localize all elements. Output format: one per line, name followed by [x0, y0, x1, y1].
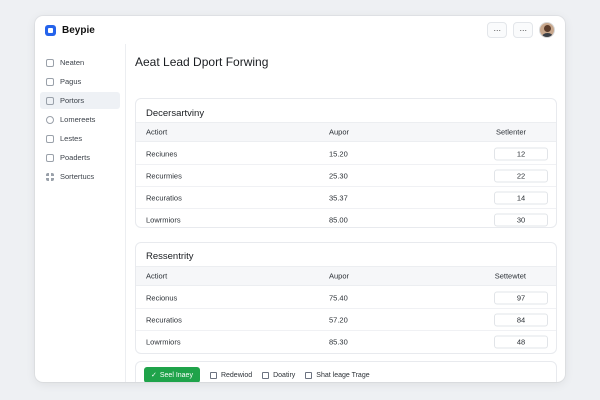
more-options-button[interactable]: ···	[487, 22, 507, 38]
sidebar-item-portors[interactable]: Portors	[40, 92, 120, 109]
quantity-input[interactable]	[494, 291, 548, 304]
column-header[interactable]: Setlenter	[496, 128, 526, 137]
row-name: Recionus	[146, 293, 178, 302]
sidebar-item-neaten[interactable]: Neaten	[40, 54, 120, 71]
document-search-icon	[262, 371, 270, 379]
card-title: Decersartviny	[146, 108, 205, 119]
avatar[interactable]	[539, 22, 555, 38]
table-row: Recurmies 25.30	[136, 165, 556, 187]
row-name: Recuratios	[146, 315, 182, 324]
row-value: 15.20	[329, 149, 348, 158]
button-label: Doatiry	[273, 371, 296, 379]
page-icon	[46, 77, 54, 86]
row-name: Reciunes	[146, 149, 178, 158]
sidebar-item-label: Sortertucs	[60, 172, 95, 181]
column-header[interactable]: Aupor	[329, 272, 349, 281]
sidebar-item-label: Portors	[60, 96, 85, 105]
redewiod-button[interactable]: Redewiod	[209, 371, 253, 379]
quantity-input[interactable]	[494, 191, 548, 204]
table-row: Recionus 75.40	[136, 287, 556, 309]
main-content: Aeat Lead Dport Forwing Decersartviny Ac…	[135, 44, 557, 382]
sidebar: Neaten Pagus Portors Lomereets Lestes Po…	[35, 44, 126, 382]
top-bar: Beypie ··· ···	[35, 16, 565, 44]
row-name: Recurmies	[146, 171, 182, 180]
pricing-card: Decersartviny Actiort Aupor Setlenter Re…	[135, 98, 557, 228]
table-header: Actiort Aupor Settewtet	[136, 266, 556, 286]
row-value: 35.37	[329, 193, 348, 202]
quantity-input[interactable]	[494, 147, 548, 160]
brand-name: Beypie	[62, 24, 95, 36]
pricing-card: Ressentrity Actiort Aupor Settewtet Reci…	[135, 242, 557, 354]
row-name: Lowrmiors	[146, 337, 181, 347]
check-icon: ✓	[151, 372, 157, 379]
sidebar-item-label: Neaten	[60, 58, 85, 67]
quantity-input[interactable]	[494, 169, 548, 182]
sidebar-item-label: Lestes	[60, 134, 83, 143]
edit-icon	[209, 371, 217, 379]
column-header[interactable]: Actiort	[146, 128, 167, 137]
top-bar-actions: ··· ···	[487, 22, 555, 38]
button-label: Redewiod	[220, 371, 253, 379]
action-bar: ✓ Seel Inaey Redewiod Doatiry Shat leage…	[135, 361, 557, 382]
sidebar-item-pagus[interactable]: Pagus	[40, 73, 120, 90]
sidebar-item-lomereets[interactable]: Lomereets	[40, 111, 120, 128]
document-icon	[46, 96, 54, 105]
app-window: Beypie ··· ··· Neaten Pagus Portors Lome…	[35, 16, 565, 382]
row-value: 85.00	[329, 215, 348, 225]
document-icon	[46, 153, 54, 162]
share-icon	[305, 371, 313, 379]
circle-icon	[46, 115, 54, 124]
table-row: Recuratios 57.20	[136, 309, 556, 331]
quantity-input[interactable]	[494, 335, 548, 349]
table-header: Actiort Aupor Setlenter	[136, 122, 556, 142]
sidebar-item-sortertucs[interactable]: Sortertucs	[40, 168, 120, 185]
sidebar-item-label: Poaderts	[60, 153, 91, 162]
brand[interactable]: Beypie	[45, 24, 95, 36]
row-value: 85.30	[329, 337, 348, 347]
card-title: Ressentrity	[146, 251, 194, 262]
row-value: 25.30	[329, 171, 348, 180]
button-label: Shat leage Trage	[316, 371, 370, 379]
grid-icon	[46, 172, 54, 181]
quantity-input[interactable]	[494, 213, 548, 227]
home-icon	[46, 58, 54, 67]
page-title: Aeat Lead Dport Forwing	[135, 55, 269, 69]
doatiry-button[interactable]: Doatiry	[262, 371, 296, 379]
column-header[interactable]: Settewtet	[495, 272, 526, 281]
sidebar-item-label: Pagus	[60, 77, 82, 86]
row-value: 75.40	[329, 293, 348, 302]
primary-button-label: Seel Inaey	[159, 371, 193, 379]
column-header[interactable]: Actiort	[146, 272, 167, 281]
primary-button[interactable]: ✓ Seel Inaey	[144, 367, 200, 382]
table-row: Reciunes 15.20	[136, 143, 556, 165]
row-value: 57.20	[329, 315, 348, 324]
table-row: Recuratios 35.37	[136, 187, 556, 209]
row-name: Recuratios	[146, 193, 182, 202]
sidebar-item-lestes[interactable]: Lestes	[40, 130, 120, 147]
quantity-input[interactable]	[494, 313, 548, 326]
sidebar-item-poaderts[interactable]: Poaderts	[40, 149, 120, 166]
table-row: Lowrmiors 85.30	[136, 331, 556, 353]
row-name: Lowrmiors	[146, 215, 181, 225]
sidebar-item-label: Lomereets	[60, 115, 96, 124]
column-header[interactable]: Aupor	[329, 128, 349, 137]
more-actions-button[interactable]: ···	[513, 22, 533, 38]
page-icon	[46, 134, 54, 143]
logo-icon	[45, 24, 56, 36]
shat-leage-trage-button[interactable]: Shat leage Trage	[305, 371, 370, 379]
table-row: Lowrmiors 85.00	[136, 209, 556, 231]
